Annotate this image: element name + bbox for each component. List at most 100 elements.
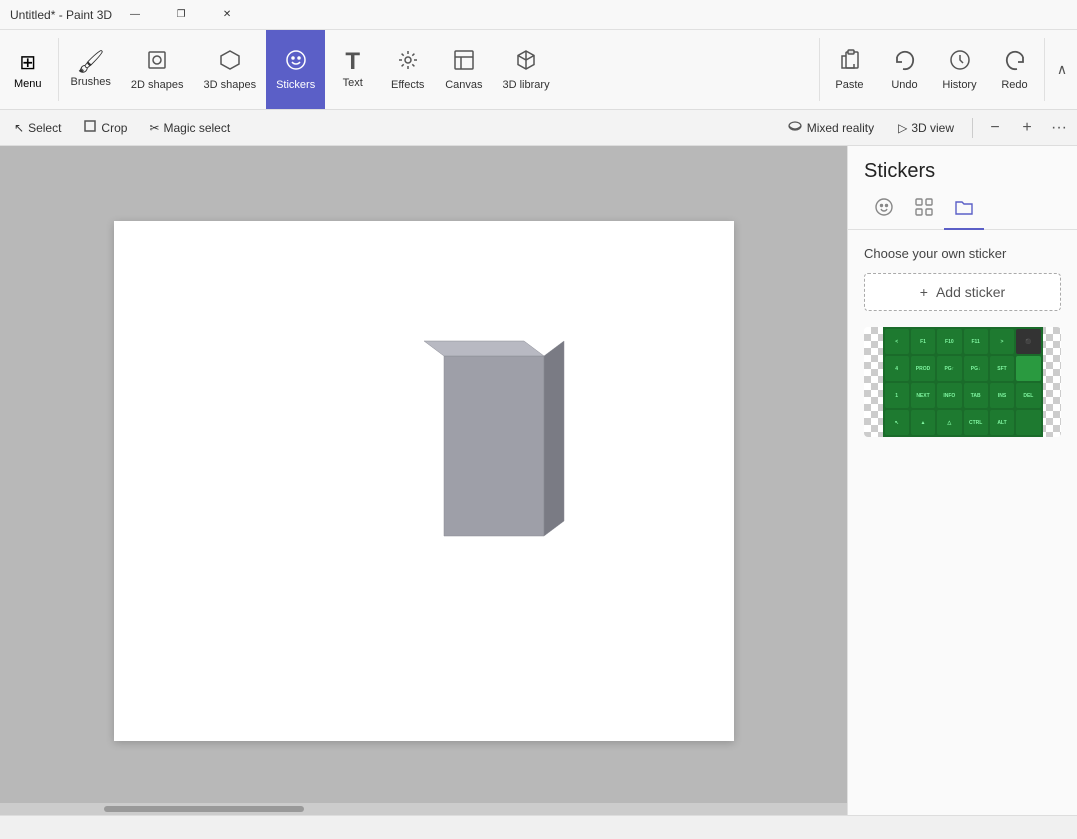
- titlebar: Untitled* - Paint 3D — ❐ ✕: [0, 0, 1077, 30]
- effects-label: Effects: [391, 79, 424, 91]
- collapse-button[interactable]: ∧: [1047, 30, 1077, 109]
- crop-icon: [83, 119, 97, 136]
- magic-select-icon: ✂: [149, 121, 159, 135]
- titlebar-title: Untitled* - Paint 3D: [10, 8, 112, 22]
- 3d-view-tool[interactable]: ▷ 3D view: [888, 117, 964, 139]
- panel-tab-folder[interactable]: [944, 191, 984, 230]
- key-cell: F11: [964, 329, 988, 354]
- horizontal-scrollbar[interactable]: [0, 803, 847, 815]
- 2dshapes-label: 2D shapes: [131, 79, 184, 91]
- redo-label: Redo: [1001, 79, 1027, 91]
- key-cell: NEXT: [911, 383, 935, 408]
- emoji-tab-icon: [874, 197, 894, 217]
- canvas-label: Canvas: [445, 79, 482, 91]
- toolbar-separator-1: [972, 118, 973, 138]
- add-sticker-label: Add sticker: [936, 284, 1005, 300]
- minimize-button[interactable]: —: [112, 0, 158, 30]
- key-cell: 4: [885, 356, 909, 381]
- stickers-icon: [284, 48, 308, 76]
- redo-icon: [1003, 48, 1027, 76]
- ribbon-item-text[interactable]: T Text: [325, 30, 380, 109]
- ribbon-item-3dlibrary[interactable]: 3D library: [493, 30, 560, 109]
- folder-tab-icon: [954, 197, 974, 217]
- key-cell: ⚫: [1016, 329, 1040, 354]
- ribbon-item-2dshapes[interactable]: 2D shapes: [121, 30, 194, 109]
- key-cell: INS: [990, 383, 1014, 408]
- sticker-image: < F1 F10 F11 > ⚫ 4 PROD PG↑ PG↓ SFT 1 NE…: [883, 327, 1043, 437]
- ribbon: ⊞ Menu 🖌 Brushes 2D shapes 3D shapes: [0, 30, 1077, 110]
- panel-tab-emoji[interactable]: [864, 191, 904, 230]
- titlebar-controls: — ❐ ✕: [112, 0, 250, 30]
- key-cell: PROD: [911, 356, 935, 381]
- ribbon-separator-1: [58, 38, 59, 101]
- ribbon-item-canvas[interactable]: Canvas: [435, 30, 492, 109]
- key-cell: SFT: [990, 356, 1014, 381]
- magic-select-tool[interactable]: ✂ Magic select: [139, 117, 240, 139]
- panel-content: Choose your own sticker + Add sticker < …: [848, 230, 1077, 815]
- crop-label: Crop: [101, 121, 127, 135]
- 3dshapes-label: 3D shapes: [203, 79, 256, 91]
- sticker-preview[interactable]: < F1 F10 F11 > ⚫ 4 PROD PG↑ PG↓ SFT 1 NE…: [864, 327, 1061, 437]
- brushes-icon: 🖌: [77, 51, 105, 73]
- toolbar-right: Mixed reality ▷ 3D view − + ···: [777, 114, 1073, 142]
- ribbon-right: Paste Undo History: [817, 30, 1077, 109]
- key-cell: TAB: [964, 383, 988, 408]
- ribbon-item-history[interactable]: History: [932, 30, 987, 109]
- mixed-reality-tool[interactable]: Mixed reality: [777, 114, 884, 141]
- history-icon: [948, 48, 972, 76]
- add-sticker-button[interactable]: + Add sticker: [864, 273, 1061, 311]
- mixed-reality-icon: [787, 118, 803, 137]
- key-cell: <: [885, 329, 909, 354]
- 3dlibrary-icon: [514, 48, 538, 76]
- history-label: History: [942, 79, 976, 91]
- menu-button[interactable]: ⊞ Menu: [0, 30, 56, 109]
- ribbon-item-paste[interactable]: Paste: [822, 30, 877, 109]
- 2dshapes-icon: [145, 48, 169, 76]
- select-icon: ↖: [14, 121, 24, 135]
- select-tool[interactable]: ↖ Select: [4, 117, 71, 139]
- zoom-in-button[interactable]: +: [1013, 114, 1041, 142]
- canvas-area[interactable]: [0, 146, 847, 815]
- key-cell: >: [990, 329, 1014, 354]
- ribbon-item-3dshapes[interactable]: 3D shapes: [193, 30, 266, 109]
- 3d-shape: [424, 326, 574, 546]
- menu-icon: ⊞: [19, 50, 36, 75]
- ribbon-item-brushes[interactable]: 🖌 Brushes: [61, 30, 121, 109]
- crop-tool[interactable]: Crop: [73, 115, 137, 140]
- panel-tabs: [848, 191, 1077, 230]
- canvas-icon: [452, 48, 476, 76]
- ribbon-item-undo[interactable]: Undo: [877, 30, 932, 109]
- ribbon-separator-2: [819, 38, 820, 101]
- ribbon-item-stickers[interactable]: Stickers: [266, 30, 325, 109]
- select-label: Select: [28, 121, 61, 135]
- undo-label: Undo: [891, 79, 917, 91]
- ribbon-item-redo[interactable]: Redo: [987, 30, 1042, 109]
- zoom-out-button[interactable]: −: [981, 114, 1009, 142]
- key-cell: INFO: [937, 383, 961, 408]
- statusbar: [0, 815, 1077, 839]
- key-cell: DEL: [1016, 383, 1040, 408]
- panel-tab-stickers-grid[interactable]: [904, 191, 944, 230]
- ribbon-separator-3: [1044, 38, 1045, 101]
- key-cell: F10: [937, 329, 961, 354]
- toolbar: ↖ Select Crop ✂ Magic select Mixed reali…: [0, 110, 1077, 146]
- key-cell: [1016, 410, 1040, 435]
- panel-title: Stickers: [848, 146, 1077, 191]
- paste-label: Paste: [835, 79, 863, 91]
- key-cell: ↖: [885, 410, 909, 435]
- magic-select-label: Magic select: [164, 121, 231, 135]
- stickers-grid-tab-icon: [914, 197, 934, 217]
- ribbon-item-effects[interactable]: Effects: [380, 30, 435, 109]
- canvas-sheet: [114, 221, 734, 741]
- stickers-label: Stickers: [276, 79, 315, 91]
- close-button[interactable]: ✕: [204, 0, 250, 30]
- more-options-button[interactable]: ···: [1045, 114, 1073, 142]
- text-label: Text: [343, 77, 363, 89]
- 3d-view-label: 3D view: [911, 121, 954, 135]
- add-sticker-plus-icon: +: [920, 284, 928, 300]
- main-area: Stickers: [0, 146, 1077, 815]
- maximize-button[interactable]: ❐: [158, 0, 204, 30]
- scrollbar-thumb: [104, 806, 304, 812]
- key-cell: [1016, 356, 1040, 381]
- menu-label: Menu: [14, 78, 42, 90]
